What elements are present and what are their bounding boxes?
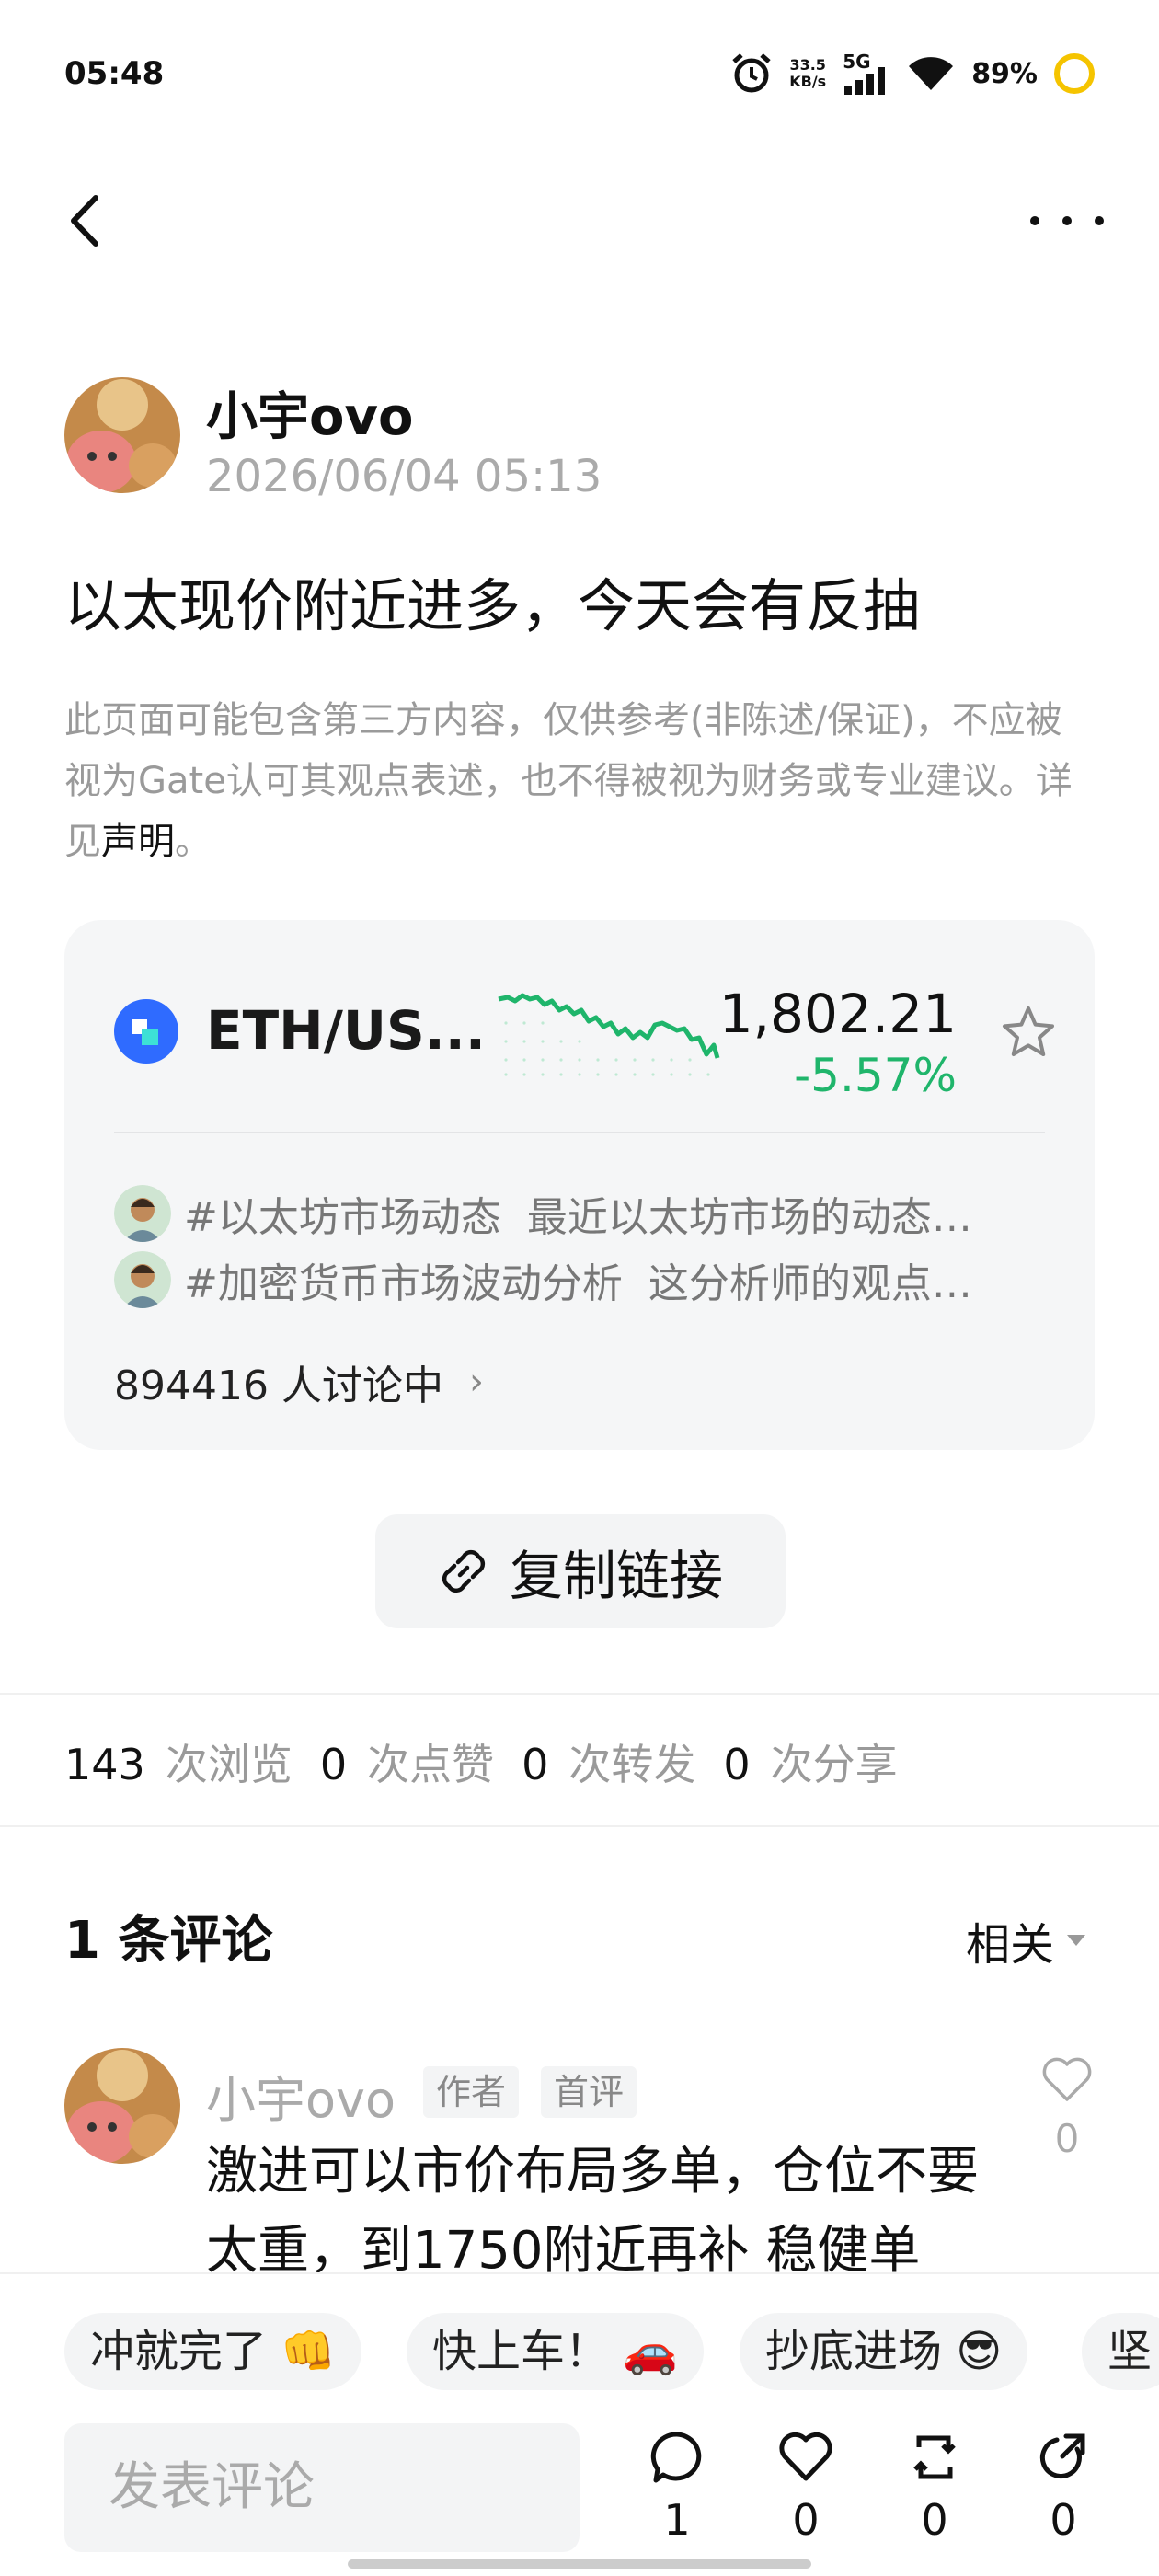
- coin-change: -5.57%: [794, 1049, 957, 1102]
- status-bar: 05:48 33.5 KB/s 5G 89%: [0, 0, 1159, 147]
- comment-avatar[interactable]: [64, 2048, 180, 2164]
- coin-price: 1,802.21: [718, 983, 957, 1045]
- more-options-button[interactable]: [1030, 202, 1104, 239]
- comment-action-button[interactable]: 1: [640, 2429, 714, 2545]
- post-stats: 143 次浏览 0 次点赞 0 次转发 0 次分享: [64, 1740, 898, 1789]
- caret-down-icon: [1067, 1935, 1085, 1946]
- discussion-count[interactable]: 894416 人讨论中 ›: [114, 1352, 484, 1411]
- signal-icon: 5G: [843, 51, 890, 95]
- status-icons: 33.5 KB/s 5G 89%: [730, 48, 1095, 99]
- share-action-button[interactable]: 0: [1027, 2429, 1100, 2545]
- disclaimer: 此页面可能包含第三方内容，仅供参考(非陈述/保证)，不应被视为Gate认可其观点…: [64, 699, 1073, 863]
- first-comment-badge: 首评: [541, 2066, 637, 2118]
- post-time: 2026/06/04 05:13: [206, 451, 602, 502]
- like-action-button[interactable]: 0: [769, 2429, 843, 2545]
- section-divider: [0, 1693, 1159, 1695]
- comment-like-button[interactable]: 0: [1039, 2057, 1095, 2161]
- repost-action-button[interactable]: 0: [898, 2429, 971, 2545]
- comment-input[interactable]: 发表评论: [64, 2423, 580, 2552]
- repost-icon: [913, 2435, 956, 2479]
- topic-item[interactable]: #加密货币市场波动分析 这分析师的观点…: [114, 1249, 1052, 1310]
- sort-dropdown[interactable]: 相关: [966, 1908, 1085, 1972]
- status-time: 05:48: [64, 55, 165, 92]
- heart-icon: [779, 2432, 832, 2481]
- post-detail-page: 05:48 33.5 KB/s 5G 89% 小宇ovo 2026/06/04 …: [0, 0, 1159, 2576]
- share-icon: [1039, 2433, 1085, 2478]
- eth-coin-icon: [114, 999, 178, 1064]
- comment-text: 激进可以市价布局多单，仓位不要太重，到1750附近再补 稳健单: [206, 2142, 979, 2281]
- battery-percent: 89%: [971, 57, 1038, 90]
- favorite-star-icon[interactable]: [999, 1003, 1058, 1062]
- market-card[interactable]: ETH/US... 1,802.21 -5.57% #以太坊市场动态 最近以太坊市…: [64, 920, 1095, 1450]
- author-name[interactable]: 小宇ovo: [206, 375, 413, 450]
- network-speed: 33.5 KB/s: [789, 56, 827, 90]
- chevron-right-icon: ›: [468, 1361, 484, 1403]
- bottom-bar: 冲就完了 👊 快上车！ 🚗 抄底进场 😎 坚 发表评论 1 0 0 0: [0, 2272, 1159, 2576]
- author-avatar[interactable]: [64, 377, 180, 493]
- quick-reply-chip[interactable]: 冲就完了 👊: [64, 2313, 362, 2390]
- comments-count: 1 条评论: [64, 1911, 273, 1971]
- home-indicator[interactable]: [348, 2559, 811, 2569]
- top-nav: [0, 175, 1159, 267]
- copy-link-button[interactable]: 复制链接: [375, 1514, 786, 1628]
- comment-author[interactable]: 小宇ovo: [206, 2059, 396, 2132]
- wifi-icon: [909, 57, 954, 90]
- quick-reply-chip[interactable]: 坚: [1082, 2313, 1159, 2390]
- quick-reply-chip[interactable]: 抄底进场 😎: [740, 2313, 1028, 2390]
- card-divider: [114, 1132, 1045, 1133]
- alarm-icon: [732, 53, 771, 93]
- back-button[interactable]: [57, 189, 112, 253]
- topic-item[interactable]: #以太坊市场动态 最近以太坊市场的动态…: [114, 1183, 1052, 1244]
- author-badge: 作者: [423, 2066, 520, 2118]
- link-icon: [442, 1549, 486, 1593]
- topic-avatar: [114, 1185, 171, 1242]
- section-divider: [0, 1825, 1159, 1827]
- quick-reply-chip[interactable]: 快上车！ 🚗: [407, 2313, 705, 2390]
- heart-icon: [1042, 2057, 1092, 2101]
- trading-pair: ETH/US...: [206, 999, 486, 1062]
- battery-icon: [1054, 53, 1095, 94]
- comment-icon: [650, 2432, 702, 2483]
- disclaimer-link[interactable]: 声明: [101, 821, 175, 863]
- price-sparkline: [498, 993, 720, 1076]
- topic-avatar: [114, 1251, 171, 1308]
- post-title: 以太现价附近进多，今天会有反抽: [64, 572, 921, 639]
